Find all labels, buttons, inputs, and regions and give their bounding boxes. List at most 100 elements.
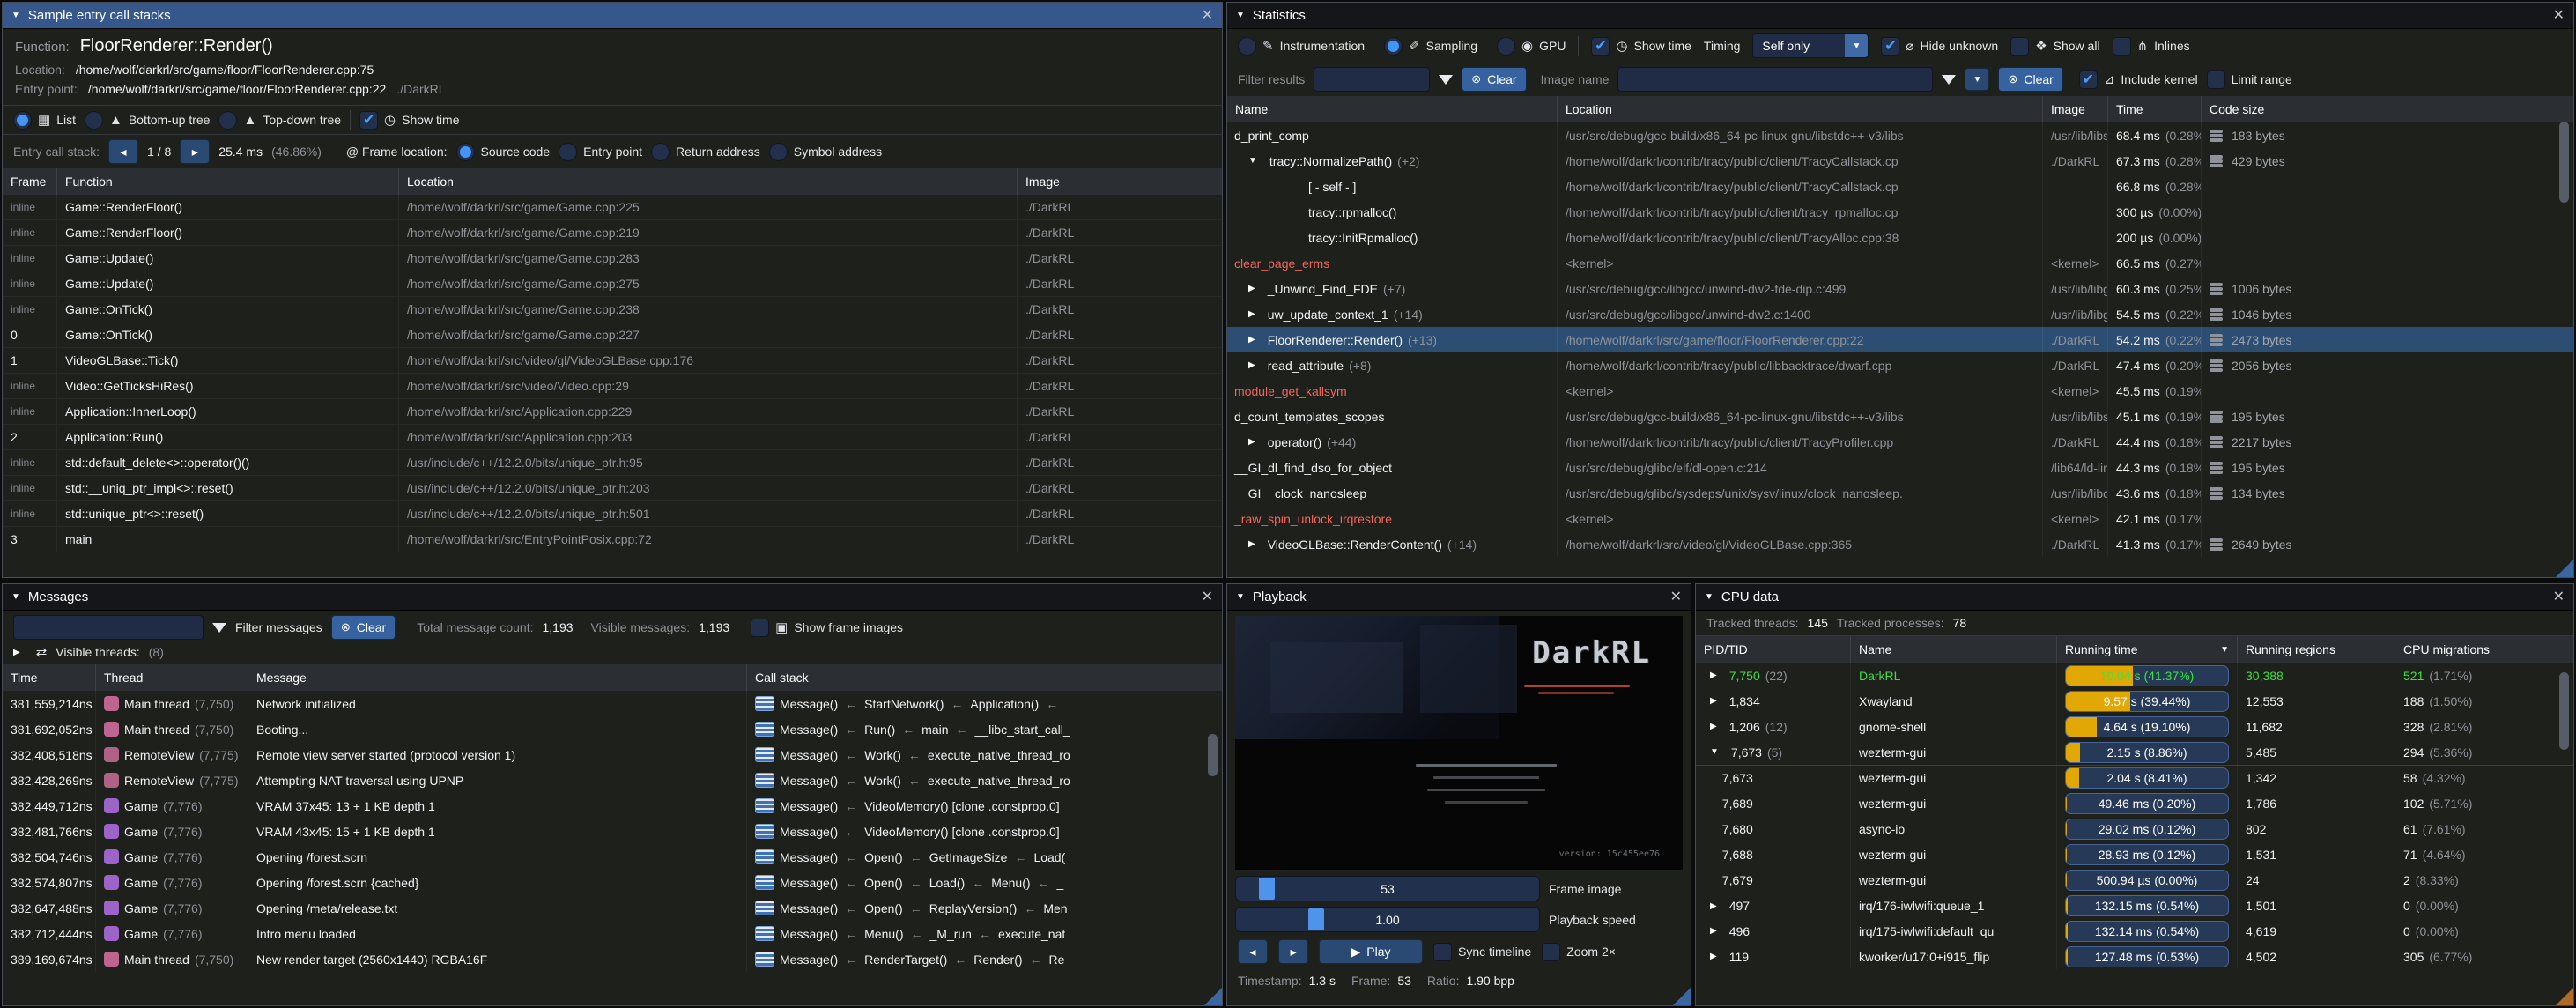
sample-frame-row[interactable]: inlinestd::__uniq_ptr_impl<>::reset()/us… xyxy=(3,476,1222,501)
callstack-icon[interactable] xyxy=(755,875,774,890)
callstack-icon[interactable] xyxy=(755,722,774,737)
stack-function[interactable]: VideoMemory() [clone .constprop.0] xyxy=(864,799,1060,813)
stats-row[interactable]: tracy::rpmalloc()/home/wolf/darkrl/contr… xyxy=(1227,199,2573,225)
resize-grip[interactable] xyxy=(1673,988,1691,1005)
stack-function[interactable]: __libc_start_call_ xyxy=(975,723,1070,737)
message-row[interactable]: 382,449,712nsGame(7,776)VRAM 37x45: 13 +… xyxy=(3,793,1222,819)
clear-image-filter-button[interactable]: ⊗Clear xyxy=(1998,67,2062,92)
stack-function[interactable]: main xyxy=(922,723,948,737)
radio-option-sampling[interactable]: ✐Sampling xyxy=(1384,37,1477,56)
expand-icon[interactable]: ▼ xyxy=(1248,156,1257,166)
playback-speed-slider[interactable]: 1.00 xyxy=(1235,907,1540,932)
radio[interactable] xyxy=(651,143,670,161)
stats-row[interactable]: ▶operator()(+44)/home/wolf/darkrl/contri… xyxy=(1227,429,2573,455)
cpu-thread-row[interactable]: 7,679wezterm-gui500.94 µs (0.00%)242(8.3… xyxy=(1696,867,2573,893)
message-row[interactable]: 381,559,214nsMain thread(7,750)Network i… xyxy=(3,691,1222,716)
zoom-checkbox[interactable]: Zoom 2× xyxy=(1542,943,1616,961)
checkbox[interactable] xyxy=(2113,37,2131,56)
collapse-icon[interactable]: ▼ xyxy=(1705,592,1714,602)
inlines-checkbox[interactable]: ⋔ Inlines xyxy=(2113,37,2190,56)
cpu-thread-row[interactable]: ▶1,206(12)gnome-shell4.64 s (19.10%)11,6… xyxy=(1696,714,2573,739)
callstack-icon[interactable] xyxy=(755,824,774,839)
radio-option-instrumentation[interactable]: ✎Instrumentation xyxy=(1238,37,1365,56)
stats-row[interactable]: __GI__clock_nanosleep/usr/src/debug/glib… xyxy=(1227,480,2573,506)
expand-icon[interactable]: ▶ xyxy=(1710,926,1717,936)
column-header[interactable]: Function xyxy=(57,168,399,195)
stack-function[interactable]: Application() xyxy=(970,697,1039,711)
radio[interactable] xyxy=(1384,37,1403,56)
sample-frame-row[interactable]: inlineVideo::GetTicksHiRes()/home/wolf/d… xyxy=(3,374,1222,399)
column-header[interactable]: Thread xyxy=(96,664,248,691)
sample-frame-row[interactable]: 1VideoGLBase::Tick()/home/wolf/darkrl/sr… xyxy=(3,348,1222,374)
callstack-icon[interactable] xyxy=(755,747,774,762)
resize-grip[interactable] xyxy=(2556,560,2573,577)
image-dropdown-button[interactable]: ▼ xyxy=(1965,68,1989,91)
radio-option-symbol-address[interactable]: Symbol address xyxy=(769,143,882,161)
column-header[interactable]: Name xyxy=(1851,636,2057,663)
stack-function[interactable]: Message() xyxy=(780,850,838,864)
stack-function[interactable]: Message() xyxy=(780,723,838,737)
messages-scrollbar[interactable] xyxy=(1208,734,1218,776)
message-row[interactable]: 382,481,766nsGame(7,776)VRAM 43x45: 15 +… xyxy=(3,819,1222,844)
expand-icon[interactable]: ▶ xyxy=(1248,335,1255,345)
play-button[interactable]: ▶ Play xyxy=(1319,939,1423,964)
stack-function[interactable]: _ xyxy=(1057,876,1064,890)
sample-frame-row[interactable]: inlineGame::Update()/home/wolf/darkrl/sr… xyxy=(3,246,1222,271)
chevron-down-icon[interactable]: ▼ xyxy=(1845,34,1868,57)
stack-function[interactable]: Message() xyxy=(780,952,838,967)
checkbox[interactable] xyxy=(2079,70,2098,89)
checkbox[interactable] xyxy=(1591,37,1610,56)
expand-icon[interactable]: ▼ xyxy=(1710,747,1719,757)
expand-icon[interactable]: ▶ xyxy=(1710,671,1717,680)
sample-frame-row[interactable]: inlineGame::OnTick()/home/wolf/darkrl/sr… xyxy=(3,297,1222,322)
resize-grip[interactable] xyxy=(1204,988,1222,1005)
message-row[interactable]: 381,692,052nsMain thread(7,750)Booting..… xyxy=(3,716,1222,742)
stats-row[interactable]: module_get_kallsym<kernel><kernel>45.5 m… xyxy=(1227,378,2573,404)
radio[interactable] xyxy=(1497,37,1515,56)
close-icon[interactable]: ✕ xyxy=(1670,590,1682,604)
frame-image[interactable]: DarkRL version: 15c455ee76 xyxy=(1235,616,1683,870)
stats-row[interactable]: ▼tracy::NormalizePath()(+2)/home/wolf/da… xyxy=(1227,148,2573,174)
radio[interactable] xyxy=(1238,37,1256,56)
stack-function[interactable]: Run() xyxy=(864,723,895,737)
expand-icon[interactable]: ▶ xyxy=(1248,284,1255,293)
sample-frame-row[interactable]: 2Application::Run()/home/wolf/darkrl/src… xyxy=(3,425,1222,450)
radio-option-source-code[interactable]: Source code xyxy=(456,143,551,161)
expand-icon[interactable]: ▶ xyxy=(13,648,20,657)
filter-results-input[interactable] xyxy=(1314,67,1430,92)
stats-row[interactable]: ▶VideoGLBase::RenderContent()(+14)/home/… xyxy=(1227,531,2573,557)
column-header[interactable]: PID/TID xyxy=(1696,636,1851,663)
cpu-thread-row[interactable]: ▶496irq/175-iwlwifi:default_qu132.14 ms … xyxy=(1696,918,2573,944)
include-kernel-checkbox[interactable]: ⊿ Include kernel xyxy=(2079,70,2198,89)
checkbox[interactable] xyxy=(1433,943,1452,961)
message-row[interactable]: 382,408,518nsRemoteView(7,775)Remote vie… xyxy=(3,742,1222,767)
checkbox[interactable] xyxy=(1881,37,1899,56)
message-row[interactable]: 382,712,444nsGame(7,776)Intro menu loade… xyxy=(3,921,1222,946)
checkbox[interactable] xyxy=(1542,943,1560,961)
checkbox[interactable] xyxy=(2207,70,2225,89)
cpu-panel-titlebar[interactable]: ▼ CPU data ✕ xyxy=(1696,584,2573,611)
stats-row[interactable]: ▶FloorRenderer::Render()(+13)/home/wolf/… xyxy=(1227,327,2573,352)
collapse-icon[interactable]: ▼ xyxy=(11,592,20,602)
radio[interactable] xyxy=(85,111,103,130)
cpu-thread-row[interactable]: 7,673wezterm-gui2.04 s (8.41%)1,34258(4.… xyxy=(1696,765,2573,790)
message-row[interactable]: 382,647,488nsGame(7,776)Opening /meta/re… xyxy=(3,895,1222,921)
callstack-icon[interactable] xyxy=(755,952,774,967)
stats-scrollbar[interactable] xyxy=(2559,122,2569,203)
limit-range-checkbox[interactable]: Limit range xyxy=(2207,70,2292,89)
stack-function[interactable]: Render() xyxy=(973,952,1022,967)
stack-function[interactable]: Menu() xyxy=(991,876,1030,890)
cpu-thread-row[interactable]: 7,688wezterm-gui28.93 ms (0.12%)1,53171(… xyxy=(1696,841,2573,867)
stack-function[interactable]: Men xyxy=(1043,901,1067,915)
stack-function[interactable]: _M_run xyxy=(930,927,972,941)
stats-row[interactable]: tracy::InitRpmalloc()/home/wolf/darkrl/c… xyxy=(1227,225,2573,250)
next-frame-button[interactable]: ▸ xyxy=(1278,939,1308,964)
stack-function[interactable]: Open() xyxy=(864,901,903,915)
stack-function[interactable]: RenderTarget() xyxy=(864,952,947,967)
column-header[interactable]: Time xyxy=(3,664,96,691)
entry-point-path[interactable]: /home/wolf/darkrl/src/game/floor/FloorRe… xyxy=(88,82,386,96)
clear-filter-button[interactable]: ⊗Clear xyxy=(1462,67,1526,92)
timing-select[interactable]: Self only ▼ xyxy=(1752,33,1869,58)
radio-option-top-down-tree[interactable]: ▲Top-down tree xyxy=(218,111,341,130)
sample-frame-row[interactable]: inlinestd::unique_ptr<>::reset()/usr/inc… xyxy=(3,501,1222,527)
